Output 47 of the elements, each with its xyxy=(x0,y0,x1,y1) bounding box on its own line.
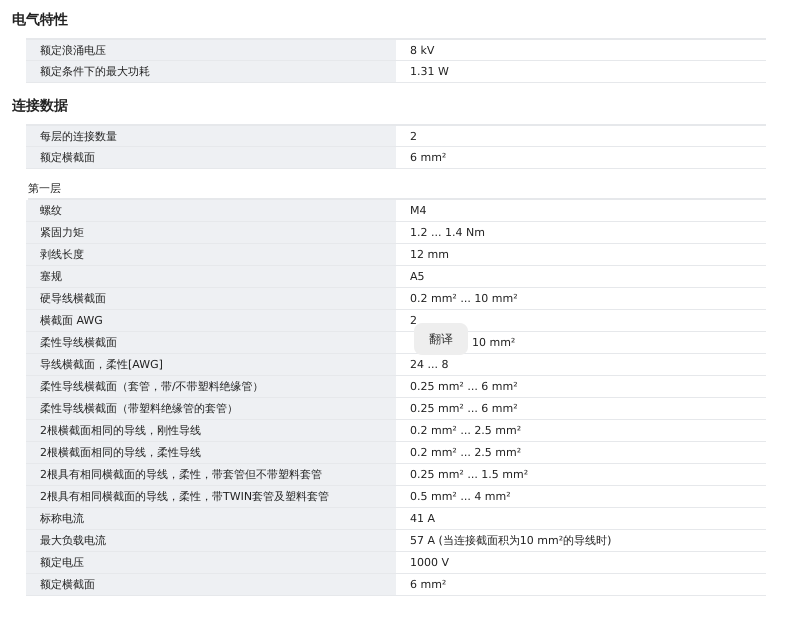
section-title: 电气特性 xyxy=(12,11,69,30)
property-value: 12 mm xyxy=(410,248,449,261)
property-value: 6 mm² xyxy=(410,151,446,164)
property-label: 剥线长度 xyxy=(26,244,396,265)
property-value: 0.2 mm² ... 2.5 mm² xyxy=(410,446,522,459)
property-label: 导线横截面，柔性[AWG] xyxy=(26,354,396,375)
property-value: 0.2 mm² ... 10 mm² xyxy=(410,292,518,305)
property-label: 紧固力矩 xyxy=(26,222,396,243)
property-value: 41 A xyxy=(410,512,436,525)
property-value: 6 mm² xyxy=(410,578,446,591)
property-value: 2 xyxy=(410,314,417,327)
property-value: 0.25 mm² ... 1.5 mm² xyxy=(410,468,528,481)
property-value: 1000 V xyxy=(410,556,450,569)
property-label: 2根横截面相同的导线，刚性导线 xyxy=(26,420,396,441)
property-label: 额定横截面 xyxy=(26,574,396,595)
property-label: 额定横截面 xyxy=(26,147,396,168)
property-label: 2根横截面相同的导线，柔性导线 xyxy=(26,442,396,463)
property-value: 24 ... 8 xyxy=(410,358,448,371)
property-value: 8 kV xyxy=(410,44,434,56)
property-value: 0.5 mm² ... 4 mm² xyxy=(410,490,511,503)
property-label: 横截面 AWG xyxy=(26,310,396,331)
property-value: 2 xyxy=(410,130,417,142)
property-value: 57 A (当连接截面积为10 mm²的导线时) xyxy=(410,533,612,548)
property-label: 标称电流 xyxy=(26,508,396,529)
property-value: 1.2 ... 1.4 Nm xyxy=(410,226,485,239)
property-value: A5 xyxy=(410,270,425,283)
property-label: 额定浪涌电压 xyxy=(26,40,396,60)
property-label: 额定条件下的最大功耗 xyxy=(26,61,396,82)
property-label: 螺纹 xyxy=(26,200,396,221)
property-label: 塞规 xyxy=(26,266,396,287)
section-title: 连接数据 xyxy=(12,97,69,116)
property-label: 最大负载电流 xyxy=(26,530,396,551)
property-label: 柔性导线横截面（套管，带/不带塑料绝缘管） xyxy=(26,376,396,397)
property-value: 0.25 mm² ... 6 mm² xyxy=(410,380,518,393)
property-label: 2根具有相同横截面的导线，柔性，带套管但不带塑料套管 xyxy=(26,464,396,485)
property-value: 10 mm² xyxy=(472,336,516,349)
property-label: 每层的连接数量 xyxy=(26,126,396,146)
property-value: M4 xyxy=(410,204,426,217)
property-label: 2根具有相同横截面的导线，柔性，带TWIN套管及塑料套管 xyxy=(26,486,396,507)
property-value: 1.31 W xyxy=(410,65,449,78)
translate-button[interactable]: 翻译 xyxy=(414,323,468,355)
property-label: 硬导线横截面 xyxy=(26,288,396,309)
property-value: 0.25 mm² ... 6 mm² xyxy=(410,402,518,415)
property-label: 柔性导线横截面（带塑料绝缘管的套管） xyxy=(26,398,396,419)
property-label: 柔性导线横截面 xyxy=(26,332,396,353)
property-label: 额定电压 xyxy=(26,552,396,573)
property-value: 0.2 mm² ... 2.5 mm² xyxy=(410,424,522,437)
